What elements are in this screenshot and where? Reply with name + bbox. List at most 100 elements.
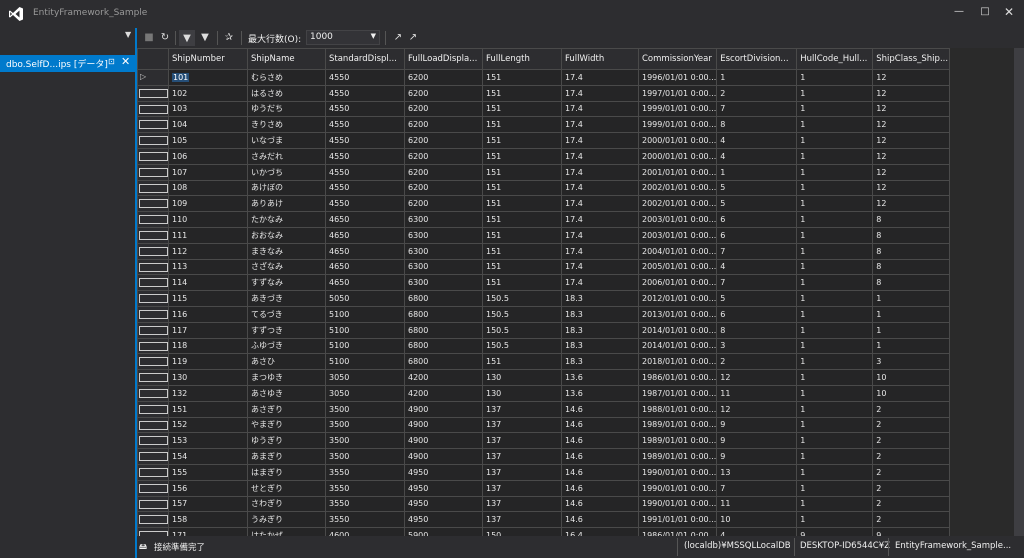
table-cell[interactable]: 6300 [404, 242, 483, 260]
table-cell[interactable]: 17.4 [561, 258, 639, 276]
close-tab-icon[interactable]: ✕ [121, 55, 130, 68]
table-cell[interactable]: 2 [872, 463, 951, 481]
table-cell[interactable]: 8 [872, 211, 951, 228]
table-cell[interactable]: 137 [482, 416, 562, 434]
table-cell[interactable]: 8 [872, 226, 951, 244]
row-selector[interactable]: ▷ [137, 69, 169, 86]
table-row[interactable]: 154 あまぎり 3500 4900 137 14.6 1989/01/01 0:00...… [137, 448, 951, 465]
table-cell[interactable]: 151 [482, 211, 562, 228]
table-cell[interactable]: 1989/01/01 0:00... [637, 448, 718, 465]
column-header[interactable]: ShipName [247, 48, 326, 70]
table-cell[interactable]: 4550 [325, 100, 405, 118]
table-cell[interactable]: 6 [716, 211, 798, 228]
table-cell[interactable]: あきづき [247, 290, 326, 307]
table-cell[interactable]: 6200 [404, 163, 483, 181]
row-selector[interactable] [137, 400, 169, 418]
table-cell[interactable]: 156 [168, 479, 248, 497]
table-cell[interactable]: 1997/01/01 0:00... [637, 84, 718, 102]
table-row[interactable]: 115 あきづき 5050 6800 150.5 18.3 2012/01/01 0:00.… [137, 290, 951, 307]
table-cell[interactable]: 8 [872, 274, 951, 292]
table-cell[interactable]: 6200 [404, 116, 483, 134]
table-cell[interactable]: あさひ [247, 353, 326, 371]
table-row[interactable]: 152 やまぎり 3500 4900 137 14.6 1989/01/01 0:00...… [137, 416, 951, 434]
row-selector[interactable] [137, 132, 169, 149]
table-cell[interactable]: 1 [796, 226, 874, 244]
table-cell[interactable]: 1 [872, 305, 951, 323]
table-cell[interactable]: 9 [872, 527, 951, 536]
table-cell[interactable]: いなづま [247, 132, 326, 149]
table-cell[interactable]: おおなみ [247, 226, 326, 244]
table-cell[interactable]: 4650 [325, 242, 405, 260]
table-cell[interactable]: きりさめ [247, 116, 326, 134]
table-cell[interactable]: 2 [872, 479, 951, 497]
table-cell[interactable]: 17.4 [561, 84, 639, 102]
table-cell[interactable]: 4650 [325, 274, 405, 292]
table-cell[interactable]: 119 [168, 353, 248, 371]
row-header-corner[interactable] [137, 48, 169, 70]
table-cell[interactable]: 6300 [404, 226, 483, 244]
table-cell[interactable]: 18.3 [561, 337, 639, 355]
table-cell[interactable]: 4200 [404, 384, 483, 402]
table-cell[interactable]: 6800 [404, 337, 483, 355]
table-cell[interactable]: 151 [482, 100, 562, 118]
table-cell[interactable]: 1999/01/01 0:00... [637, 100, 718, 118]
table-cell[interactable]: あさぎり [247, 400, 326, 418]
table-row[interactable]: 113 さざなみ 4650 6300 151 17.4 2005/01/01 0:00...… [137, 258, 951, 276]
table-row[interactable]: ▷ 101 むらさめ 4550 6200 151 17.4 1996/01/01 0:00..… [137, 69, 951, 86]
table-cell[interactable]: 1 [796, 116, 874, 134]
column-header[interactable]: ShipNumber [168, 48, 248, 70]
table-cell[interactable]: はるさめ [247, 84, 326, 102]
table-cell[interactable]: 12 [872, 132, 951, 149]
column-header[interactable]: StandardDispl... [325, 48, 405, 70]
export-data-icon[interactable]: ↗ [405, 30, 421, 46]
table-cell[interactable]: 1 [796, 274, 874, 292]
table-cell[interactable]: 2018/01/01 0:00... [637, 353, 718, 371]
table-cell[interactable]: 104 [168, 116, 248, 134]
table-cell[interactable]: 8 [716, 116, 798, 134]
table-cell[interactable]: 2 [716, 84, 798, 102]
table-cell[interactable]: 17.4 [561, 132, 639, 149]
row-selector[interactable] [137, 116, 169, 134]
table-cell[interactable]: 106 [168, 147, 248, 165]
table-cell[interactable]: 4 [716, 527, 798, 536]
table-cell[interactable]: 2 [872, 416, 951, 434]
table-row[interactable]: 156 せとぎり 3550 4950 137 14.6 1990/01/01 0:00...… [137, 479, 951, 497]
table-cell[interactable]: 4950 [404, 479, 483, 497]
table-cell[interactable]: 18.3 [561, 353, 639, 371]
table-cell[interactable]: 151 [168, 400, 248, 418]
table-cell[interactable]: 1 [796, 432, 874, 450]
table-cell[interactable]: 1 [796, 69, 874, 86]
table-cell[interactable]: 151 [482, 147, 562, 165]
table-cell[interactable]: 5 [716, 290, 798, 307]
table-cell[interactable]: 150.5 [482, 305, 562, 323]
table-cell[interactable]: 4550 [325, 69, 405, 86]
table-cell[interactable]: 2000/01/01 0:00... [637, 147, 718, 165]
table-row[interactable]: 132 あさゆき 3050 4200 130 13.6 1987/01/01 0:00...… [137, 384, 951, 402]
table-cell[interactable]: 1 [796, 290, 874, 307]
table-cell[interactable]: 3550 [325, 495, 405, 513]
table-cell[interactable]: 17.4 [561, 163, 639, 181]
table-cell[interactable]: 1988/01/01 0:00... [637, 400, 718, 418]
table-cell[interactable]: 2005/01/01 0:00... [637, 258, 718, 276]
table-cell[interactable]: 151 [482, 258, 562, 276]
table-cell[interactable]: 112 [168, 242, 248, 260]
table-cell[interactable]: 6800 [404, 353, 483, 371]
table-cell[interactable]: 2012/01/01 0:00... [637, 290, 718, 307]
table-cell[interactable]: 8 [872, 258, 951, 276]
table-cell[interactable]: てるづき [247, 305, 326, 323]
table-cell[interactable]: 7 [716, 100, 798, 118]
table-cell[interactable]: 1 [716, 69, 798, 86]
vertical-scrollbar[interactable] [1014, 48, 1024, 536]
table-cell[interactable]: 1 [796, 132, 874, 149]
table-cell[interactable]: 5050 [325, 290, 405, 307]
table-row[interactable]: 112 まきなみ 4650 6300 151 17.4 2004/01/01 0:00...… [137, 242, 951, 260]
table-row[interactable]: 151 あさぎり 3500 4900 137 14.6 1988/01/01 0:00...… [137, 400, 951, 418]
table-cell[interactable]: 116 [168, 305, 248, 323]
table-cell[interactable]: 2 [872, 511, 951, 529]
row-selector[interactable] [137, 321, 169, 339]
table-cell[interactable]: 12 [872, 84, 951, 102]
table-cell[interactable]: 1999/01/01 0:00... [637, 116, 718, 134]
table-row[interactable]: 104 きりさめ 4550 6200 151 17.4 1999/01/01 0:00...… [137, 116, 951, 134]
row-selector[interactable] [137, 258, 169, 276]
table-cell[interactable]: 2013/01/01 0:00... [637, 305, 718, 323]
